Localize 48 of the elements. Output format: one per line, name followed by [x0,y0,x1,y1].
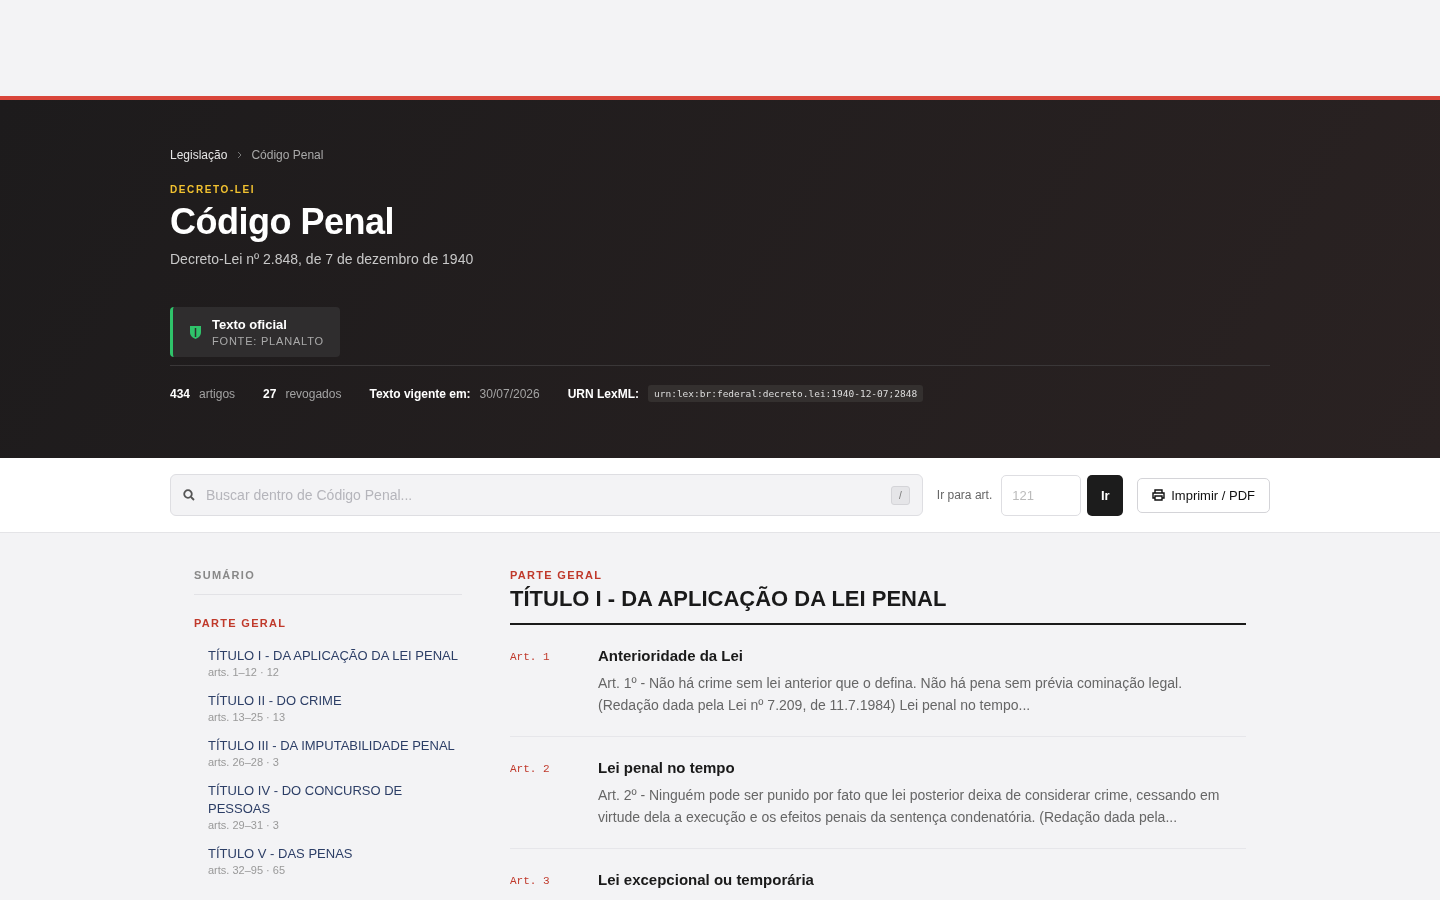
toc-meta: arts. 1–12 · 12 [208,666,280,678]
stat-value: URN LexML: [567,386,639,401]
badge-title: Texto oficial [212,317,288,332]
go-button[interactable]: Ir [1087,474,1124,516]
toc-link[interactable]: TÍTULO IV - DO CONCURSO DE PESSOAS [208,782,462,818]
section-heading: PARTE GERAL [510,569,604,581]
shield-icon [189,324,202,340]
article-number: Art. 1 [510,650,551,665]
article-title: Anterioridade da Lei [598,647,745,664]
article-number-field[interactable]: 121 [1001,474,1082,516]
article-number: Art. 2 [510,762,551,777]
print-button[interactable]: Imprimir / PDF [1137,477,1270,513]
toc-meta: arts. 26–28 · 3 [208,756,280,768]
printer-icon [1152,489,1166,501]
stat-label: 30/07/2026 [479,386,540,401]
stat-value: 434 [170,386,191,401]
stat-value: 27 [263,386,277,401]
title-heading: TÍTULO I - DA APLICAÇÃO DA LEI PENAL [510,586,1246,625]
badge-source: FONTE: PLANALTO [212,335,324,347]
search-bar[interactable]: Buscar dentro de Código Penal... / [170,474,923,516]
toc-meta: arts. 32–95 · 65 [208,864,287,876]
toc-link[interactable]: TÍTULO II - DO CRIME [208,692,462,710]
goto-label: Ir para art. [936,488,993,502]
article-excerpt: Art. 2º - Ninguém pode ser punido por fato que lei posterior deixa de considerar crime, cessando em virtude dela a execução e os efeitos penais da sentença condenatória. (Redação dada pela... [598,786,1221,827]
sidebar-title: SUMÁRIO [194,569,462,595]
toc-link[interactable]: TÍTULO III - DA IMPUTABILIDADE PENAL [208,737,462,755]
article-title: Lei excepcional ou temporária [598,871,814,888]
search-icon [183,489,195,501]
section-heading: PARTE GERAL [194,617,288,629]
article-number: Art. 3 [510,874,551,888]
article-excerpt: Art. 1º - Não há crime sem lei anterior que o defina. Não há pena sem prévia cominação legal. (Redação dada pela Lei nº 7.209, de 11.7.1984) Lei penal no tempo... [598,674,1184,715]
page-subtitle: Decreto-Lei nº 2.848, de 7 de dezembro de 1940 [170,251,475,267]
document-type: DECRETO-LEI [170,184,257,195]
stat-value: Texto vigente em: [369,386,471,401]
breadcrumb-link[interactable]: Legislação [170,148,228,162]
stat-label: artigos [199,386,236,401]
toc-link[interactable]: TÍTULO V - DAS PENAS [208,845,462,863]
toc-link[interactable]: TÍTULO I - DA APLICAÇÃO DA LEI PENAL [208,647,462,665]
toc-meta: arts. 13–25 · 13 [208,711,287,723]
stat-label: revogados [285,386,342,401]
breadcrumb-link[interactable]: Código Penal [251,148,324,162]
shortcut-key: / [891,485,910,505]
urn-code: urn:lex:br:federal:decreto.lei:1940-12-07;2848 [648,385,924,402]
toc-meta: arts. 29–31 · 3 [208,819,280,831]
article-title: Lei penal no tempo [598,759,736,776]
search-field[interactable]: Buscar dentro de Código Penal... [204,486,883,504]
page-title: Código Penal [170,201,395,243]
chevron-icon [235,151,244,159]
